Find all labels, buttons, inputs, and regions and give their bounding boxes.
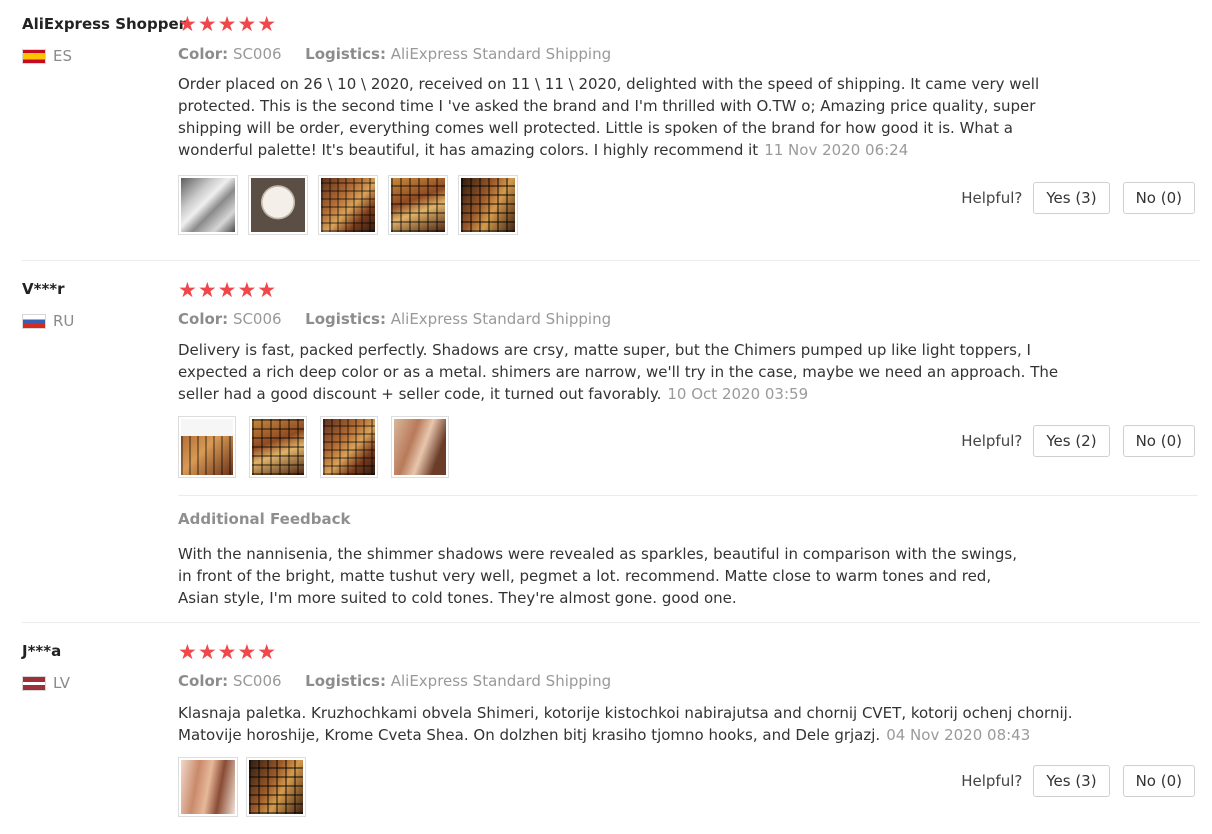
color-value: SC006: [232, 310, 282, 328]
reviewer-name: J***a: [22, 642, 62, 660]
helpful-vote: Helpful? Yes (3) No (0): [961, 182, 1195, 214]
color-label: Color:: [178, 672, 229, 690]
reviewer-country: RU: [22, 312, 74, 330]
review-text: Delivery is fast, packed perfectly. Shad…: [178, 339, 1063, 405]
review-photos: [178, 757, 316, 817]
color-value: SC006: [232, 45, 282, 63]
helpful-label: Helpful?: [961, 189, 1023, 207]
review-photo[interactable]: [388, 175, 448, 235]
review-photo[interactable]: [391, 416, 449, 478]
helpful-label: Helpful?: [961, 772, 1023, 790]
star-rating: ★★★★★: [178, 12, 278, 36]
review-photo[interactable]: [318, 175, 378, 235]
additional-feedback-text: With the nannisenia, the shimmer shadows…: [178, 545, 1017, 607]
star-rating: ★★★★★: [178, 278, 278, 302]
review-body: Delivery is fast, packed perfectly. Shad…: [178, 341, 1059, 403]
logistics-value: AliExpress Standard Shipping: [390, 310, 612, 328]
logistics-label: Logistics:: [305, 672, 386, 690]
reviewer-name: V***r: [22, 280, 65, 298]
logistics-label: Logistics:: [305, 310, 386, 328]
review-date: 10 Oct 2020 03:59: [667, 385, 809, 403]
helpful-yes-button[interactable]: Yes (2): [1033, 425, 1110, 457]
review-text: Order placed on 26 \ 10 \ 2020, received…: [178, 73, 1048, 161]
reviewer-country: LV: [22, 674, 70, 692]
helpful-yes-button[interactable]: Yes (3): [1033, 182, 1110, 214]
review-photo[interactable]: [246, 757, 306, 817]
review-photo[interactable]: [249, 416, 307, 478]
color-value: SC006: [232, 672, 282, 690]
review-divider: [22, 622, 1200, 623]
review-photos: [178, 175, 528, 235]
reviewer-country: ES: [22, 47, 72, 65]
reviewer-name: AliExpress Shopper: [22, 15, 187, 33]
flag-lv-icon: [22, 675, 46, 691]
product-meta: Color: SC006 Logistics: AliExpress Stand…: [178, 310, 611, 328]
flag-es-icon: [22, 48, 46, 64]
product-meta: Color: SC006 Logistics: AliExpress Stand…: [178, 672, 611, 690]
review-photo[interactable]: [178, 757, 238, 817]
review-divider: [22, 260, 1200, 261]
country-code: RU: [53, 312, 75, 330]
helpful-vote: Helpful? Yes (3) No (0): [961, 765, 1195, 797]
country-code: LV: [53, 674, 70, 692]
helpful-label: Helpful?: [961, 432, 1023, 450]
flag-ru-icon: [22, 313, 46, 329]
review-date: 11 Nov 2020 06:24: [764, 141, 909, 159]
helpful-vote: Helpful? Yes (2) No (0): [961, 425, 1195, 457]
country-code: ES: [53, 47, 72, 65]
review-photo[interactable]: [458, 175, 518, 235]
review-photo[interactable]: [178, 175, 238, 235]
color-label: Color:: [178, 45, 229, 63]
review-photos: [178, 416, 462, 478]
logistics-value: AliExpress Standard Shipping: [390, 672, 612, 690]
color-label: Color:: [178, 310, 229, 328]
review-text: Klasnaja paletka. Kruzhochkami obvela Sh…: [178, 702, 1088, 746]
review-date: 04 Nov 2020 08:43: [886, 726, 1031, 744]
additional-feedback-title: Additional Feedback: [178, 510, 351, 528]
additional-feedback-divider: [178, 495, 1198, 496]
product-meta: Color: SC006 Logistics: AliExpress Stand…: [178, 45, 611, 63]
logistics-value: AliExpress Standard Shipping: [390, 45, 612, 63]
review-photo[interactable]: [320, 416, 378, 478]
helpful-no-button[interactable]: No (0): [1122, 765, 1195, 797]
helpful-no-button[interactable]: No (0): [1122, 182, 1195, 214]
logistics-label: Logistics:: [305, 45, 386, 63]
review-photo[interactable]: [178, 416, 236, 478]
star-rating: ★★★★★: [178, 640, 278, 664]
helpful-yes-button[interactable]: Yes (3): [1033, 765, 1110, 797]
review-photo[interactable]: [248, 175, 308, 235]
review-body: Order placed on 26 \ 10 \ 2020, received…: [178, 75, 1040, 159]
helpful-no-button[interactable]: No (0): [1122, 425, 1195, 457]
